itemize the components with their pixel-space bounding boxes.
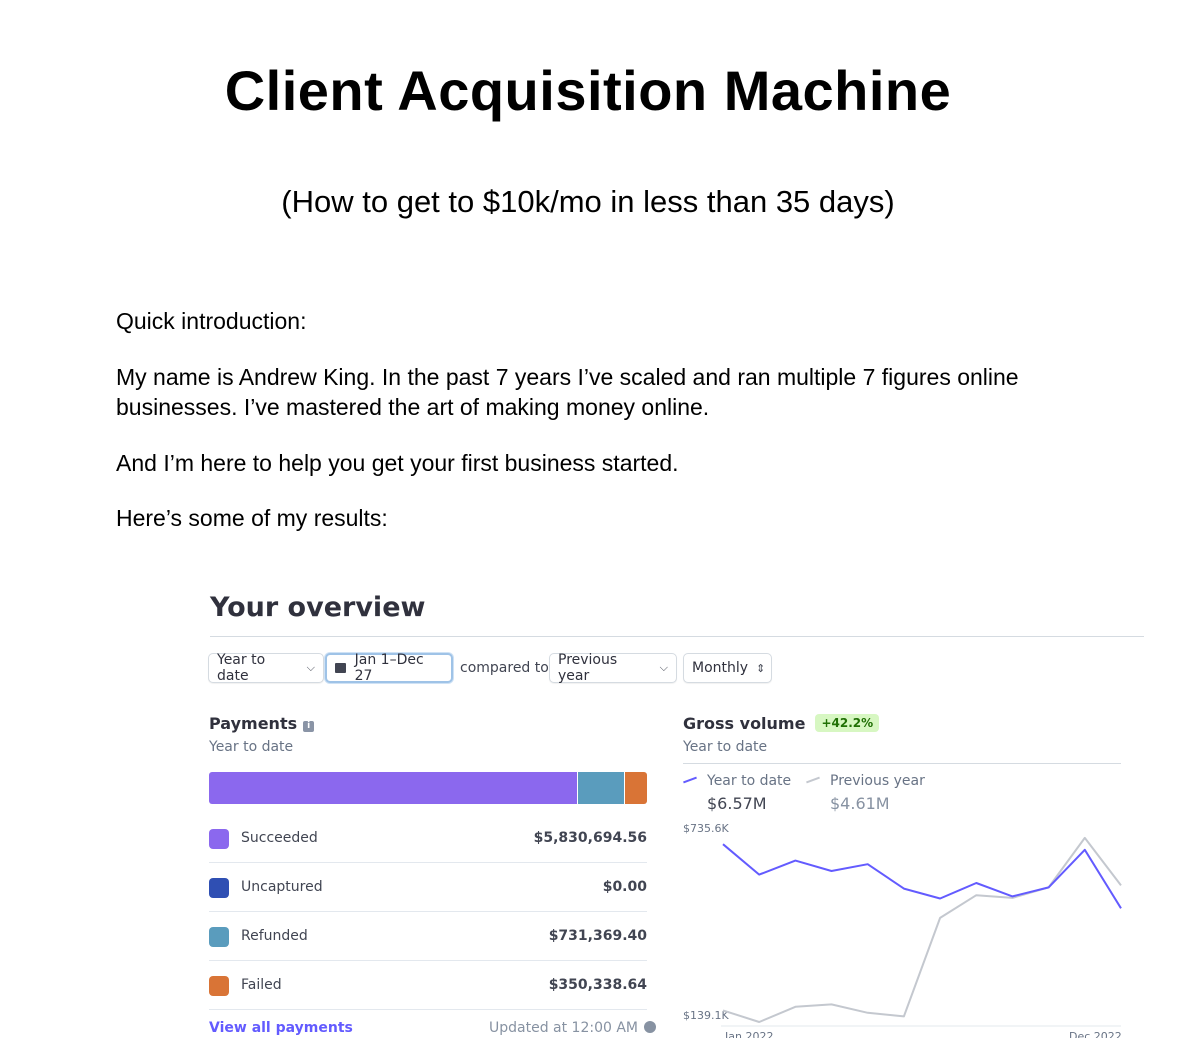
document-title: Client Acquisition Machine bbox=[224, 59, 952, 122]
x-axis-end-label: Dec 2022 bbox=[1069, 1030, 1122, 1038]
range-select-label: Year to date bbox=[217, 652, 266, 684]
overview-title: Your overview bbox=[210, 592, 426, 623]
failed-label: Failed bbox=[241, 977, 282, 993]
help-paragraph: And I’m here to help you get your first … bbox=[116, 450, 679, 476]
payment-row-succeeded: Succeeded $5,830,694.56 bbox=[209, 813, 647, 863]
payment-row-failed: Failed $350,338.64 bbox=[209, 960, 647, 1010]
gross-volume-title: Gross volume +42.2% bbox=[683, 714, 880, 733]
payments-title-text: Payments bbox=[209, 714, 298, 733]
succeeded-swatch bbox=[209, 829, 229, 849]
updated-status: Updated at 12:00 AM bbox=[489, 1020, 657, 1036]
payment-row-uncaptured: Uncaptured $0.00 bbox=[209, 862, 647, 912]
uncaptured-value: $0.00 bbox=[602, 879, 647, 895]
bar-segment-failed bbox=[623, 772, 647, 804]
calendar-icon bbox=[335, 663, 346, 673]
legend-year-to-date[interactable]: Year to date bbox=[683, 773, 791, 789]
chevron-down-icon: ⌵ bbox=[659, 661, 668, 674]
info-icon[interactable]: i bbox=[303, 721, 315, 732]
succeeded-value: $5,830,694.56 bbox=[533, 830, 647, 846]
overview-divider bbox=[210, 636, 1144, 637]
legend-prev-label: Previous year bbox=[830, 773, 925, 789]
series-line-year-to-date bbox=[722, 843, 1122, 909]
refunded-value: $731,369.40 bbox=[548, 928, 647, 944]
results-paragraph: Here’s some of my results: bbox=[116, 505, 388, 531]
gross-volume-chart bbox=[721, 836, 1122, 1027]
change-badge: +42.2% bbox=[815, 714, 880, 732]
x-axis-start-label: Jan 2022 bbox=[725, 1030, 774, 1038]
uncaptured-swatch bbox=[209, 878, 229, 898]
updated-text: Updated at 12:00 AM bbox=[489, 1020, 639, 1036]
chevron-down-icon: ⌵ bbox=[306, 661, 315, 674]
refunded-label: Refunded bbox=[241, 928, 308, 944]
legend-prev-total: $4.61M bbox=[830, 794, 890, 813]
clock-icon bbox=[644, 1021, 657, 1033]
date-range-label: Jan 1–Dec 27 bbox=[354, 652, 424, 684]
legend-line-icon bbox=[806, 776, 820, 784]
uncaptured-label: Uncaptured bbox=[241, 879, 323, 895]
chevron-up-down-icon: ⇕ bbox=[756, 661, 766, 675]
intro-paragraph: My name is Andrew King. In the past 7 ye… bbox=[116, 364, 1019, 420]
legend-line-icon bbox=[683, 776, 697, 784]
gross-volume-title-text: Gross volume bbox=[683, 714, 806, 733]
refunded-swatch bbox=[209, 927, 229, 947]
compared-to-label: compared to bbox=[460, 660, 549, 676]
legend-ytd-label: Year to date bbox=[707, 773, 792, 789]
bar-segment-refunded bbox=[576, 772, 624, 804]
view-all-payments-link[interactable]: View all payments bbox=[209, 1020, 353, 1036]
gross-volume-subtitle: Year to date bbox=[683, 739, 768, 755]
intro-heading: Quick introduction: bbox=[116, 308, 307, 334]
date-range-picker[interactable]: Jan 1–Dec 27 bbox=[325, 652, 453, 684]
range-select[interactable]: Year to date ⌵ bbox=[208, 652, 324, 684]
legend-previous-year[interactable]: Previous year bbox=[806, 773, 925, 789]
failed-value: $350,338.64 bbox=[548, 977, 647, 993]
comparison-select[interactable]: Previous year ⌵ bbox=[549, 652, 677, 684]
failed-swatch bbox=[209, 976, 229, 996]
payments-breakdown-bar bbox=[209, 772, 647, 804]
payments-title: Payments i bbox=[209, 714, 315, 733]
gross-volume-divider bbox=[683, 763, 1121, 764]
document-subtitle: (How to get to $10k/mo in less than 35 d… bbox=[281, 184, 895, 219]
interval-select-label: Monthly bbox=[692, 660, 749, 676]
payments-subtitle: Year to date bbox=[209, 739, 294, 755]
payment-row-refunded: Refunded $731,369.40 bbox=[209, 911, 647, 961]
legend-ytd-total: $6.57M bbox=[707, 794, 767, 813]
comparison-select-label: Previous year bbox=[558, 652, 618, 684]
bar-segment-succeeded bbox=[209, 772, 577, 804]
dashboard-screenshot: Your overview Year to date ⌵ Jan 1–Dec 2… bbox=[194, 562, 1144, 1038]
interval-select[interactable]: Monthly ⇕ bbox=[683, 653, 772, 683]
succeeded-label: Succeeded bbox=[241, 830, 318, 846]
